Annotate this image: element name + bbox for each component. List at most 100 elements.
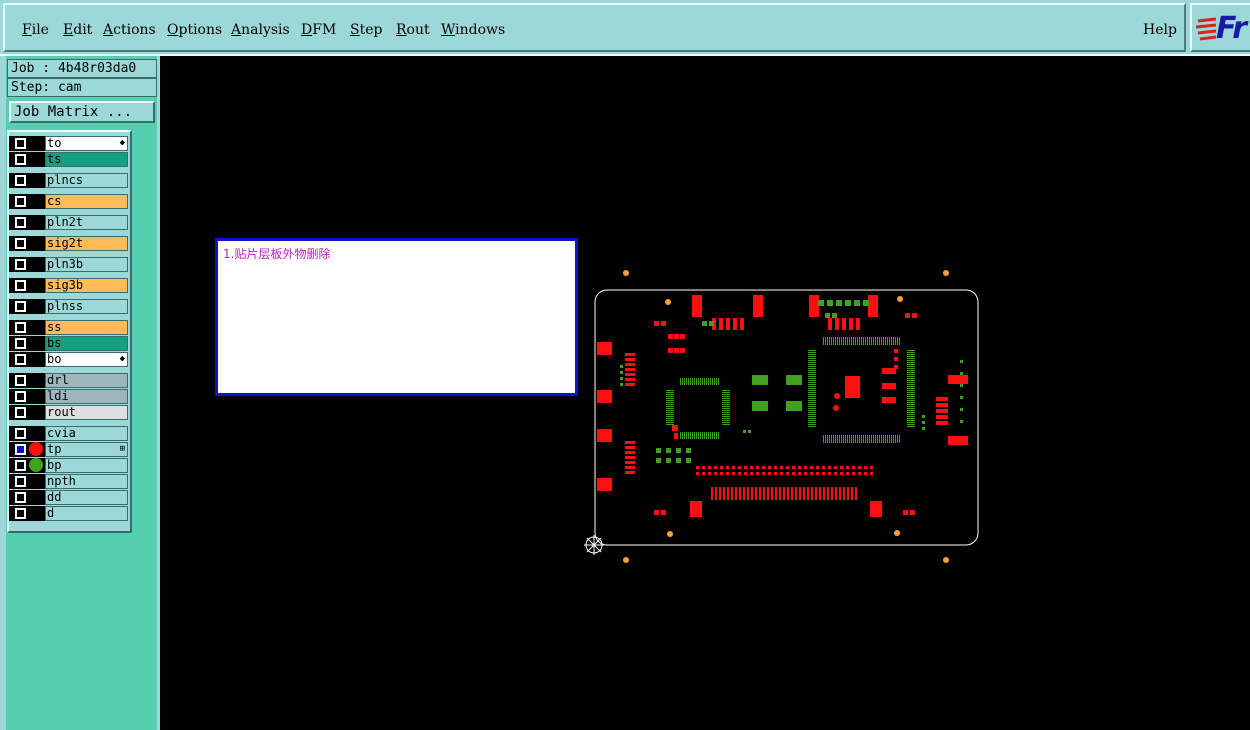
note-box[interactable]: 1.贴片层板外物删除 <box>215 238 578 396</box>
layer-checkbox[interactable] <box>15 391 26 402</box>
layer-row-bp[interactable]: bp <box>9 458 129 473</box>
layer-row-plnss[interactable]: plnss <box>9 299 129 314</box>
layer-checkbox[interactable] <box>15 492 26 503</box>
layer-row-bo[interactable]: bo ◆ <box>9 352 129 367</box>
layer-row-npth[interactable]: npth <box>9 474 129 489</box>
layer-name[interactable]: to ◆ <box>45 136 128 151</box>
layer-row-cs[interactable]: cs <box>9 194 129 209</box>
layer-row-ss[interactable]: ss <box>9 320 129 335</box>
connector-pin <box>786 472 789 475</box>
layer-name[interactable]: npth <box>45 474 128 489</box>
menu-help[interactable]: Help <box>1143 22 1177 38</box>
layer-name[interactable]: cs <box>45 194 128 209</box>
layer-checkbox[interactable] <box>15 444 26 455</box>
layer-checkbox[interactable] <box>15 154 26 165</box>
menu-windows[interactable]: Windows <box>441 22 505 38</box>
layer-checkbox[interactable] <box>15 301 26 312</box>
layer-name[interactable]: bp <box>45 458 128 473</box>
layer-row-drl[interactable]: drl <box>9 373 129 388</box>
layer-row-dd[interactable]: dd <box>9 490 129 505</box>
layer-name[interactable]: bs <box>45 336 128 351</box>
layer-checkbox[interactable] <box>15 175 26 186</box>
layer-name[interactable]: ts <box>45 152 128 167</box>
layer-row-bs[interactable]: bs <box>9 336 129 351</box>
layer-checkbox[interactable] <box>15 508 26 519</box>
layer-checkbox[interactable] <box>15 428 26 439</box>
layer-checkbox[interactable] <box>15 460 26 471</box>
qfp-pin <box>722 406 730 407</box>
pcb-board-view[interactable] <box>560 255 1000 585</box>
layer-row-ldi[interactable]: ldi <box>9 389 129 404</box>
layer-name-text: ss <box>47 320 62 334</box>
connector-pin <box>852 472 855 475</box>
qfp-pin <box>808 424 816 425</box>
layer-name[interactable]: ss <box>45 320 128 335</box>
layer-row-ts[interactable]: ts <box>9 152 129 167</box>
layer-checkbox[interactable] <box>15 280 26 291</box>
layer-name[interactable]: bo ◆ <box>45 352 128 367</box>
note-text: 1.贴片层板外物删除 <box>223 247 331 261</box>
fiducial-mark <box>897 296 903 302</box>
layer-name[interactable]: d <box>45 506 128 521</box>
qfp-pin <box>907 356 915 357</box>
menu-file[interactable]: File <box>22 22 49 38</box>
qfp-pin <box>837 337 838 345</box>
qfp-pin <box>666 402 674 403</box>
connector-pin <box>625 358 635 361</box>
layer-checkbox[interactable] <box>15 338 26 349</box>
connector-pin <box>852 466 855 469</box>
connector-pin <box>791 487 793 500</box>
layer-row-plncs[interactable]: plncs <box>9 173 129 188</box>
layer-name[interactable]: dd <box>45 490 128 505</box>
layer-name[interactable]: plncs <box>45 173 128 188</box>
qfp-pin <box>907 408 915 409</box>
layer-row-d[interactable]: d <box>9 506 129 521</box>
job-matrix-button[interactable]: Job Matrix ... <box>9 101 155 123</box>
layer-row-rout[interactable]: rout <box>9 405 129 420</box>
component-pad <box>870 501 882 517</box>
layer-name[interactable]: cvia <box>45 426 128 441</box>
menu-options[interactable]: Options <box>167 22 222 38</box>
layer-checkbox[interactable] <box>15 476 26 487</box>
layer-name[interactable]: tp ⊞ <box>45 442 128 457</box>
menu-rout[interactable]: Rout <box>396 22 430 38</box>
fiducial-mark <box>667 531 673 537</box>
menu-dfm[interactable]: DFM <box>301 22 336 38</box>
layer-row-pln2t[interactable]: pln2t <box>9 215 129 230</box>
layer-name[interactable]: sig3b <box>45 278 128 293</box>
small-pad <box>654 321 659 326</box>
layer-name[interactable]: sig2t <box>45 236 128 251</box>
layer-row-to[interactable]: to ◆ <box>9 136 129 151</box>
layer-checkbox[interactable] <box>15 196 26 207</box>
layer-checkbox[interactable] <box>15 375 26 386</box>
layer-row-tp[interactable]: tp ⊞ <box>9 442 129 457</box>
layer-checkbox[interactable] <box>15 407 26 418</box>
menu-analysis[interactable]: Analysis <box>231 22 290 38</box>
menu-edit[interactable]: Edit <box>63 22 92 38</box>
layer-checkbox[interactable] <box>15 322 26 333</box>
menu-actions[interactable]: Actions <box>103 22 156 38</box>
layer-name[interactable]: plnss <box>45 299 128 314</box>
fiducial-mark <box>943 557 949 563</box>
layer-checkbox[interactable] <box>15 138 26 149</box>
layer-name[interactable]: rout <box>45 405 128 420</box>
menu-step[interactable]: Step <box>350 22 382 38</box>
qfp-pin <box>849 435 850 443</box>
component-pad <box>849 318 853 330</box>
layer-name[interactable]: pln2t <box>45 215 128 230</box>
layer-checkbox[interactable] <box>15 259 26 270</box>
component-pad <box>948 375 968 384</box>
layer-row-cvia[interactable]: cvia <box>9 426 129 441</box>
layer-name[interactable]: ldi <box>45 389 128 404</box>
layer-row-sig3b[interactable]: sig3b <box>9 278 129 293</box>
layer-checkbox[interactable] <box>15 238 26 249</box>
layer-name[interactable]: pln3b <box>45 257 128 272</box>
qfp-pin <box>666 416 674 417</box>
layer-row-sig2t[interactable]: sig2t <box>9 236 129 251</box>
layer-checkbox[interactable] <box>15 354 26 365</box>
qfp-pin <box>698 378 699 385</box>
layer-row-pln3b[interactable]: pln3b <box>9 257 129 272</box>
layer-checkbox[interactable] <box>15 217 26 228</box>
layer-name[interactable]: drl <box>45 373 128 388</box>
menu-label-rest: dit <box>73 22 93 38</box>
